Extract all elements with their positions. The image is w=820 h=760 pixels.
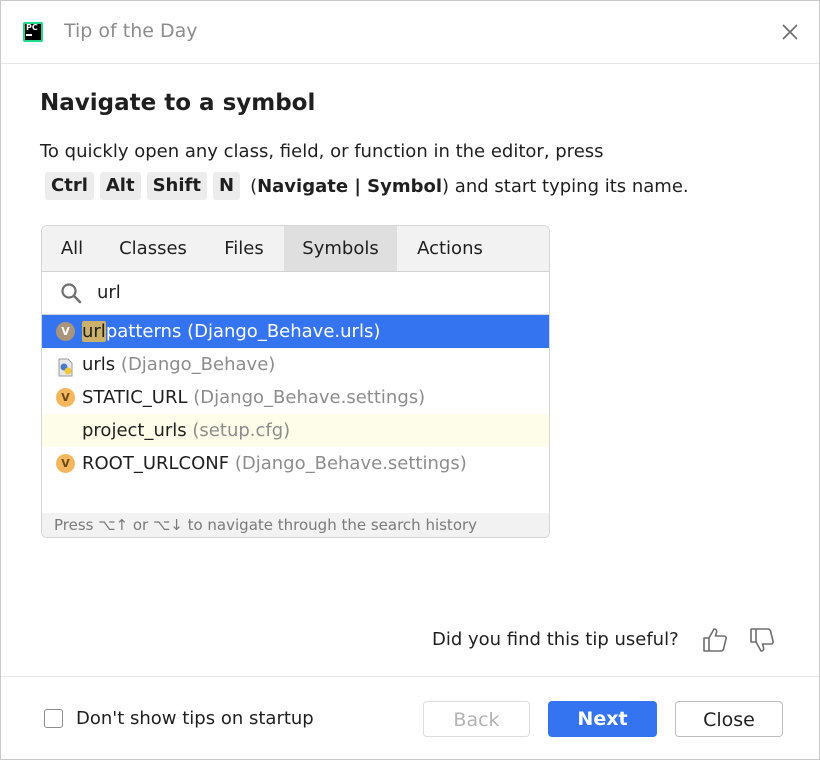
tab-all[interactable]: All [48,226,96,271]
match-highlight: url [82,321,106,342]
close-button[interactable]: Close [675,701,783,737]
tip-heading: Navigate to a symbol [40,90,316,116]
action-text: (Navigate | Symbol) and start typing its… [250,175,689,197]
result-urlpatterns[interactable]: V urlpatterns (Django_Behave.urls) [42,315,549,348]
window-title: Tip of the Day [64,20,198,42]
result-static-url[interactable]: V STATIC_URL (Django_Behave.settings) [42,381,549,414]
dont-show-tips-checkbox[interactable] [44,709,63,728]
tab-actions[interactable]: Actions [402,226,498,271]
search-everywhere-preview: All Classes Files Symbols Actions url V … [41,225,550,538]
search-field[interactable]: url [42,272,549,315]
thumbs-up-icon[interactable] [700,625,730,655]
search-history-hint: Press ⌥↑ or ⌥↓ to navigate through the s… [42,513,549,537]
action-name: Navigate | Symbol [257,175,443,197]
tip-description: To quickly open any class, field, or fun… [40,141,604,162]
tab-symbols[interactable]: Symbols [284,226,397,271]
python-file-icon [56,355,75,377]
next-button[interactable]: Next [548,701,657,737]
tab-files[interactable]: Files [210,226,278,271]
tab-classes[interactable]: Classes [104,226,202,271]
tip-of-the-day-dialog: PC Tip of the Day Navigate to a symbol T… [0,0,820,760]
result-root-urlconf[interactable]: V ROOT_URLCONF (Django_Behave.settings) [42,447,549,480]
search-tabs: All Classes Files Symbols Actions [42,226,549,272]
dont-show-tips-label[interactable]: Don't show tips on startup [76,708,314,729]
shortcut-keys: Ctrl Alt Shift N (Navigate | Symbol) and… [45,171,689,201]
variable-icon: V [56,322,75,341]
result-urls[interactable]: urls (Django_Behave) [42,348,549,381]
thumbs-down-icon[interactable] [747,625,777,655]
close-icon[interactable] [779,21,801,43]
key-alt: Alt [99,172,141,200]
title-bar: PC Tip of the Day [1,1,819,64]
back-button[interactable]: Back [423,701,530,737]
search-input[interactable]: url [97,282,121,303]
key-shift: Shift [146,172,207,200]
key-n: N [212,172,241,200]
search-icon [60,282,82,308]
key-ctrl: Ctrl [45,172,94,200]
pycharm-app-icon: PC [23,22,43,42]
footer-divider [1,676,819,677]
variable-icon: V [56,388,75,407]
feedback-question: Did you find this tip useful? [432,629,679,650]
variable-icon: V [56,454,75,473]
result-project-urls[interactable]: project_urls (setup.cfg) [42,414,549,447]
